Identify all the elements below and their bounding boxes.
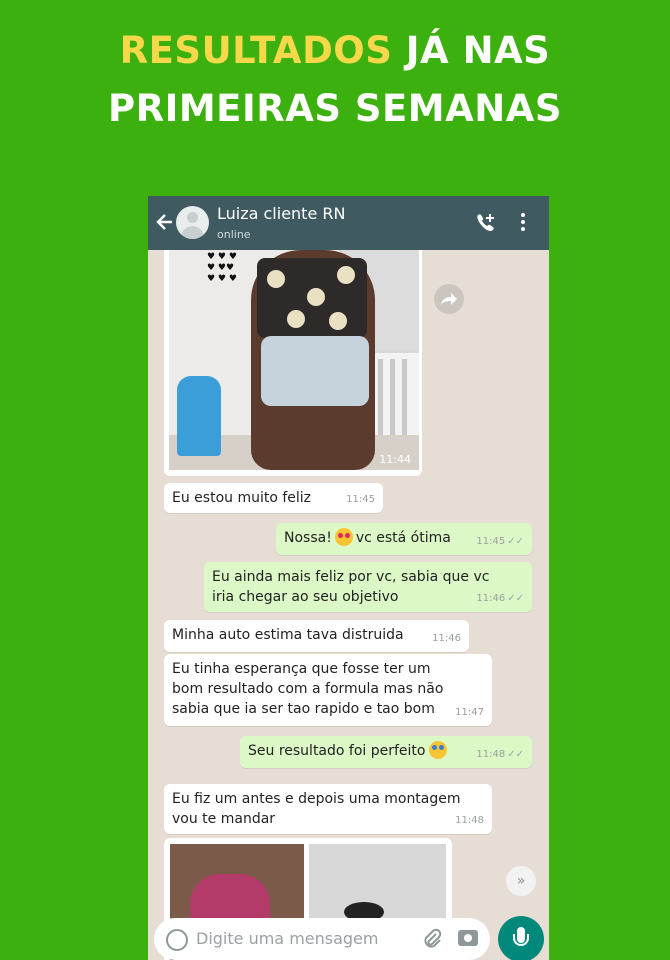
message-text: Seu resultado foi perfeito xyxy=(248,743,426,759)
double-check-icon: ✓✓ xyxy=(507,536,524,547)
headline-highlight: RESULTADOS xyxy=(119,29,393,72)
hearts-decoration: ♥ ♥ ♥ ♥ ♥♥ ♥ ♥ ♥ xyxy=(207,252,237,284)
double-check-icon: ✓✓ xyxy=(507,593,524,604)
photo-message[interactable]: ♥ ♥ ♥ ♥ ♥♥ ♥ ♥ ♥ 11:44 xyxy=(164,250,422,476)
emoji-icon[interactable] xyxy=(166,929,188,951)
message-time: 11:45 xyxy=(346,494,375,505)
message-time: 11:46 xyxy=(432,633,461,644)
message-bubble-incoming[interactable]: Minha auto estima tava distruida 11:46 xyxy=(164,620,469,652)
mic-icon[interactable] xyxy=(498,916,544,960)
headline: RESULTADOS JÁ NAS PRIMEIRAS SEMANAS xyxy=(0,22,670,138)
double-check-icon: ✓✓ xyxy=(507,749,524,760)
star-struck-emoji xyxy=(428,741,447,759)
message-text: Eu fiz um antes e depois uma montagem vo… xyxy=(172,791,461,827)
photo-image[interactable]: ♥ ♥ ♥ ♥ ♥♥ ♥ ♥ ♥ 11:44 xyxy=(169,250,419,470)
back-arrow-icon[interactable] xyxy=(154,210,176,234)
avatar[interactable] xyxy=(176,206,209,239)
message-bubble-outgoing[interactable]: Seu resultado foi perfeito 11:48 ✓✓ xyxy=(240,736,532,768)
call-add-icon[interactable] xyxy=(474,212,496,234)
message-text: Eu estou muito feliz xyxy=(172,490,312,506)
scroll-down-icon[interactable]: » xyxy=(506,866,536,896)
headline-line-2: PRIMEIRAS SEMANAS xyxy=(107,87,563,130)
message-input[interactable]: Digite uma mensagem xyxy=(196,929,378,948)
message-text: Minha auto estima tava distruida xyxy=(172,627,404,643)
message-bubble-incoming[interactable]: Eu estou muito feliz 11:45 xyxy=(164,483,383,513)
message-bubble-outgoing[interactable]: Eu ainda mais feliz por vc, sabia que vc… xyxy=(204,562,532,612)
message-time: 11:48 ✓✓ xyxy=(476,749,524,760)
message-text: Eu tinha esperança que fosse ter um bom … xyxy=(172,661,444,717)
message-text: Eu ainda mais feliz por vc, sabia que vc… xyxy=(212,569,490,605)
message-bubble-outgoing[interactable]: Nossa! vc está ótima 11:45 ✓✓ xyxy=(276,523,532,555)
message-time: 11:46 ✓✓ xyxy=(476,593,524,604)
message-bubble-incoming[interactable]: Eu fiz um antes e depois uma montagem vo… xyxy=(164,784,492,834)
camera-icon[interactable] xyxy=(458,930,478,946)
message-bubble-incoming[interactable]: Eu tinha esperança que fosse ter um bom … xyxy=(164,654,492,726)
message-text-part-2: vc está ótima xyxy=(355,530,451,546)
message-time: 11:44 xyxy=(379,453,411,466)
message-time: 11:48 xyxy=(455,815,484,826)
heart-eyes-emoji xyxy=(334,528,353,546)
whatsapp-chat-screenshot: Luiza cliente RN online ♥ ♥ ♥ ♥ ♥♥ ♥ ♥ ♥ 1… xyxy=(148,196,549,960)
more-vert-icon[interactable] xyxy=(520,213,526,235)
share-icon[interactable] xyxy=(434,284,464,314)
message-text-part-1: Nossa! xyxy=(284,530,332,546)
message-time: 11:47 xyxy=(455,707,484,718)
headline-line-1-rest: JÁ NAS xyxy=(405,29,551,72)
attach-clip-icon[interactable] xyxy=(422,928,442,950)
contact-name[interactable]: Luiza cliente RN xyxy=(217,204,345,223)
headline-line-1: RESULTADOS JÁ NAS xyxy=(0,22,670,80)
contact-status: online xyxy=(217,228,251,241)
chat-header: Luiza cliente RN online xyxy=(148,196,549,250)
message-time: 11:45 ✓✓ xyxy=(476,536,524,547)
message-input-bar[interactable]: Digite uma mensagem xyxy=(154,918,490,960)
